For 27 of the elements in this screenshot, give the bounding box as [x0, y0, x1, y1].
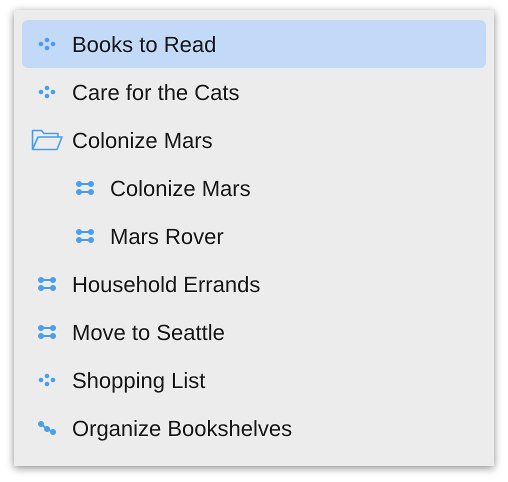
item-label: Mars Rover — [110, 222, 224, 250]
item-label: Care for the Cats — [72, 78, 240, 106]
list-item[interactable]: Colonize Mars — [22, 164, 486, 212]
dots-icon — [38, 373, 56, 387]
parallel-bars-icon — [38, 325, 56, 339]
diagonal-dots-icon — [38, 421, 56, 435]
parallel-bars-icon — [76, 181, 94, 195]
item-label: Move to Seattle — [72, 318, 225, 346]
dots-icon — [38, 85, 56, 99]
dots-icon — [38, 37, 56, 51]
item-label: Household Errands — [72, 270, 260, 298]
item-label: Shopping List — [72, 366, 206, 395]
list-item[interactable]: Household Errands — [22, 260, 486, 308]
parallel-bars-icon — [38, 277, 56, 291]
item-label: Books to Read — [72, 30, 216, 58]
folder-icon — [31, 129, 63, 151]
item-label: Colonize Mars — [72, 126, 213, 154]
list-item[interactable]: Mars Rover — [22, 212, 486, 260]
list-item[interactable]: Organize Bookshelves — [22, 404, 486, 452]
item-label: Organize Bookshelves — [72, 414, 292, 443]
list-item[interactable]: Books to Read — [22, 20, 486, 68]
parallel-bars-icon — [76, 229, 94, 243]
list-item[interactable]: Colonize Mars — [22, 116, 486, 164]
list-item[interactable]: Move to Seattle — [22, 308, 486, 356]
list-item[interactable]: Shopping List — [22, 356, 486, 404]
item-label: Colonize Mars — [110, 174, 251, 202]
list-item[interactable]: Care for the Cats — [22, 68, 486, 116]
